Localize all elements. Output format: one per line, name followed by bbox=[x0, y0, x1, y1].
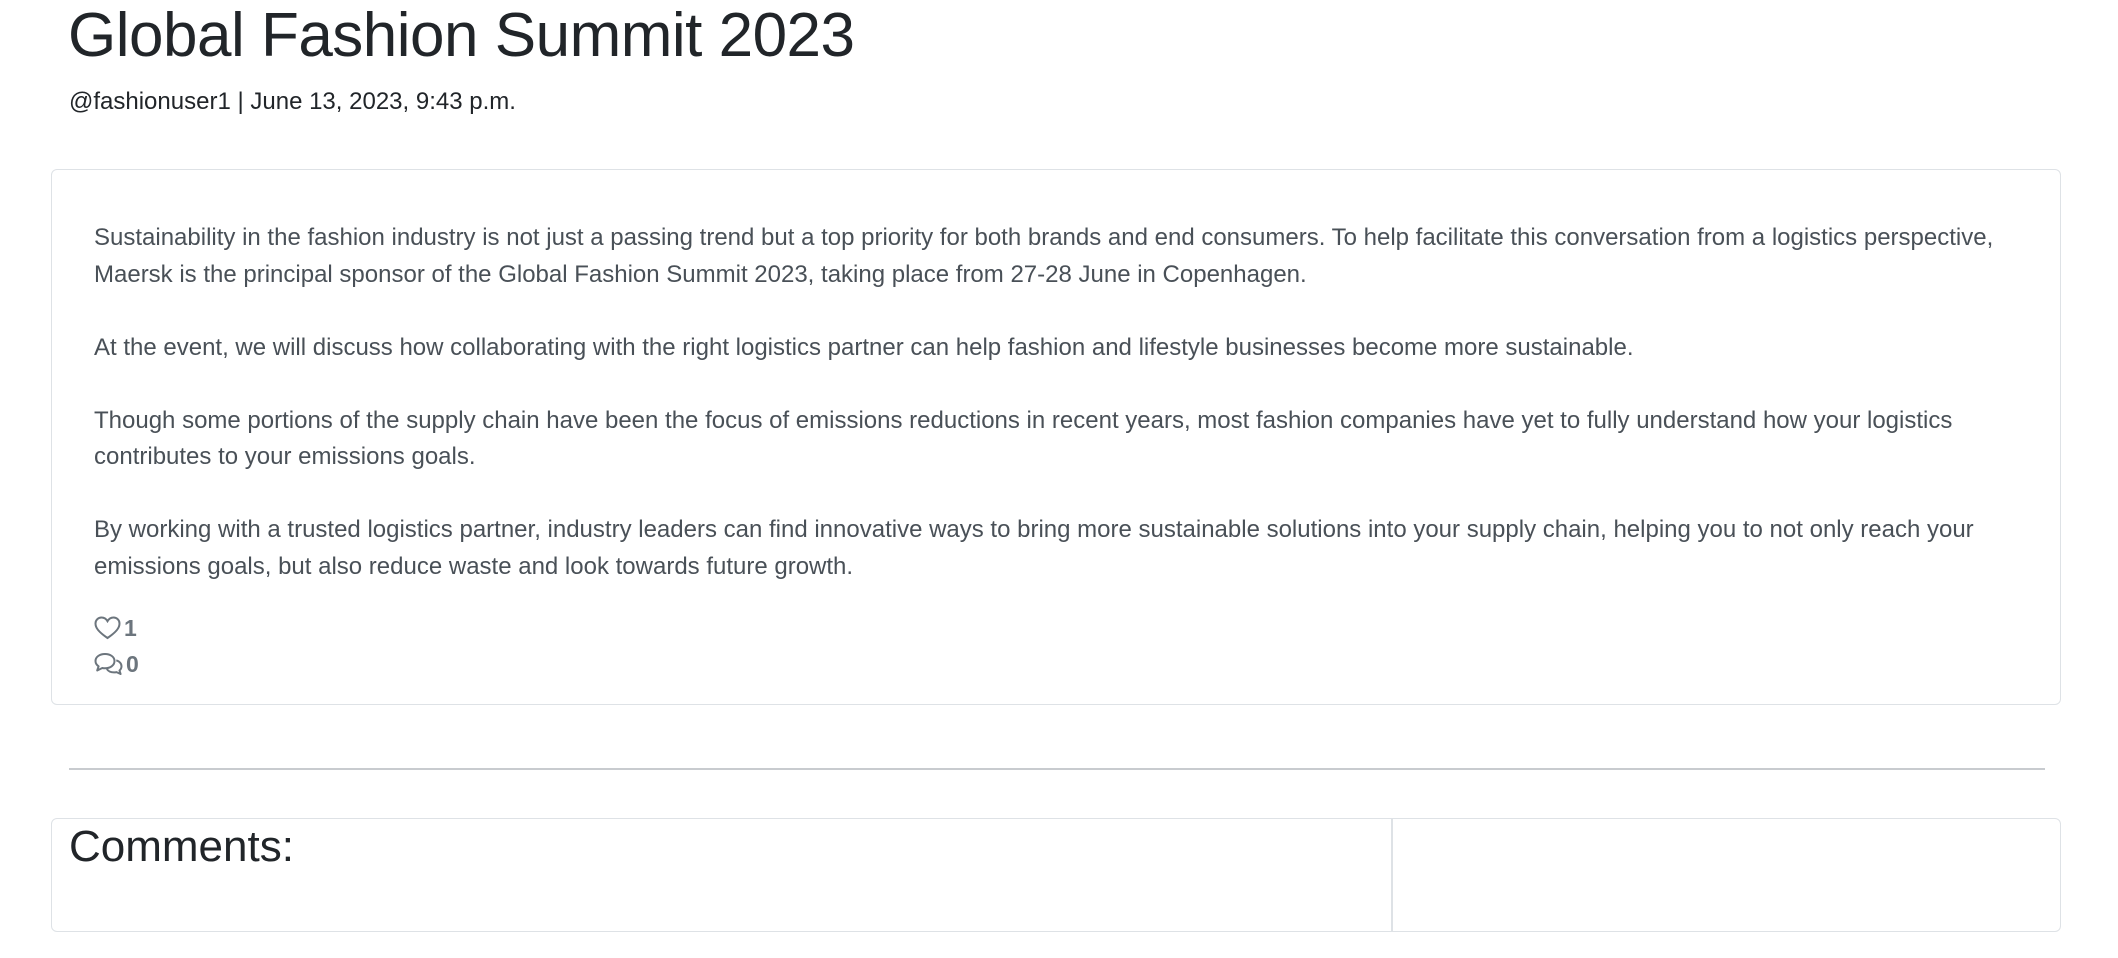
post-card: Sustainability in the fashion industry i… bbox=[51, 169, 2061, 705]
post-body: Sustainability in the fashion industry i… bbox=[94, 220, 2034, 585]
post-paragraph: At the event, we will discuss how collab… bbox=[94, 333, 1634, 361]
post-stats: 1 0 bbox=[94, 610, 139, 682]
like-button[interactable]: 1 bbox=[94, 610, 139, 646]
post-paragraph: Sustainability in the fashion industry i… bbox=[94, 224, 1994, 288]
post-paragraph: By working with a trusted logistics part… bbox=[94, 516, 1974, 580]
heart-outline-icon bbox=[94, 616, 121, 640]
post-author: @fashionuser1 bbox=[69, 88, 231, 115]
comment-button[interactable]: 0 bbox=[94, 646, 139, 682]
chat-bubbles-icon bbox=[94, 653, 123, 675]
comments-side-panel bbox=[1392, 818, 2061, 932]
comment-count: 0 bbox=[126, 650, 139, 677]
section-divider bbox=[69, 768, 2045, 770]
comments-heading: Comments: bbox=[69, 822, 294, 871]
post-paragraph: Though some portions of the supply chain… bbox=[94, 406, 1953, 471]
post-meta: @fashionuser1 | June 13, 2023, 9:43 p.m. bbox=[69, 86, 516, 118]
like-count: 1 bbox=[124, 614, 137, 641]
post-title: Global Fashion Summit 2023 bbox=[68, 1, 855, 70]
comments-panel: Comments: bbox=[51, 818, 1392, 932]
meta-separator: | bbox=[230, 88, 251, 115]
post-timestamp: June 13, 2023, 9:43 p.m. bbox=[250, 88, 516, 115]
